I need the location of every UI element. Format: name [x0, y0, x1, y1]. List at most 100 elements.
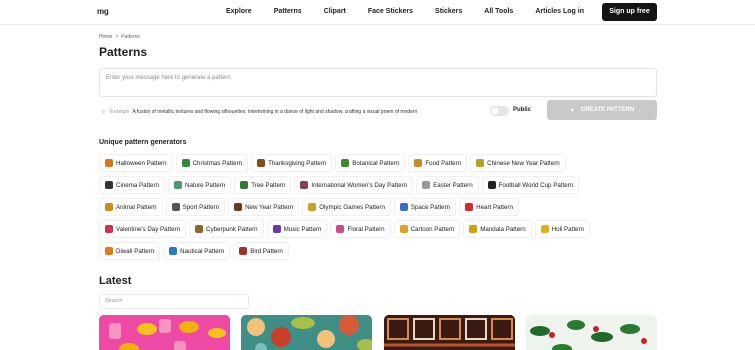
example-prompt[interactable]: ✧ Example A fusion of metallic textures …	[99, 106, 417, 118]
generator-chip-row: Halloween Pattern Christmas Pattern Thanks…	[99, 152, 659, 174]
generator-chip-label: Olympic Games Pattern	[319, 203, 385, 211]
logo[interactable]: mg	[97, 7, 109, 16]
login-link[interactable]: Log in	[563, 8, 584, 15]
generator-chip[interactable]: Cyberpunk Pattern	[189, 220, 264, 238]
magic-wand-icon: ✧	[101, 109, 107, 116]
generators-heading: Unique pattern generators	[99, 139, 187, 146]
generator-chip-label: Music Pattern	[283, 225, 322, 233]
generator-chip[interactable]: Botanical Pattern	[335, 154, 406, 172]
generator-chip-label: Valentine's Day Pattern	[116, 225, 181, 233]
nav-explore[interactable]: Explore	[226, 8, 252, 15]
diya-icon	[105, 247, 113, 255]
nav-face-stickers[interactable]: Face Stickers	[368, 8, 413, 15]
generator-chip-label: Cyberpunk Pattern	[206, 225, 258, 233]
pattern-thumbnail[interactable]	[241, 315, 372, 350]
generator-chip-label: Diwali Pattern	[116, 247, 155, 255]
leaf-icon	[341, 159, 350, 167]
generator-chip[interactable]: Christmas Pattern	[175, 154, 249, 172]
generator-chip[interactable]: Tree Pattern	[234, 176, 292, 194]
geometric-pattern-image	[384, 315, 515, 350]
generator-chip[interactable]: Cartoon Pattern	[393, 220, 461, 238]
generator-chip-label: Halloween Pattern	[116, 159, 167, 167]
generator-chip-row: Animal Pattern Sport Pattern New Year Patt…	[99, 196, 659, 218]
fruit-pattern-image	[99, 315, 230, 350]
women-day-icon	[300, 181, 309, 189]
generator-chip[interactable]: Animal Pattern	[99, 198, 163, 216]
top-navigation-bar: mg Explore Patterns Clipart Face Sticker…	[0, 0, 755, 25]
generator-chip[interactable]: Bird Pattern	[233, 242, 289, 260]
stadium-icon	[171, 203, 180, 211]
generator-chip-label: Food Pattern	[425, 159, 462, 167]
generator-chip[interactable]: International Women's Day Pattern	[294, 176, 414, 194]
generator-chip[interactable]: Music Pattern	[266, 220, 328, 238]
generator-chip-label: Chinese New Year Pattern	[487, 159, 560, 167]
generator-chip-label: International Women's Day Pattern	[311, 181, 408, 189]
music-icon	[272, 225, 281, 233]
generator-chip[interactable]: New Year Pattern	[228, 198, 300, 216]
generator-chip[interactable]: Sport Pattern	[165, 198, 226, 216]
nav-articles[interactable]: Articles	[535, 8, 561, 15]
mountain-icon	[174, 181, 182, 189]
prompt-input[interactable]: Enter your message here to generate a pa…	[99, 68, 657, 97]
generator-chip[interactable]: Holi Pattern	[534, 220, 590, 238]
olympic-icon	[308, 203, 317, 211]
pumpkin-icon	[105, 159, 113, 167]
generator-chip-row: Diwali Pattern Nautical Pattern Bird Patte…	[99, 240, 659, 262]
signup-button[interactable]: Sign up free	[602, 3, 657, 21]
generator-chip[interactable]: Chinese New Year Pattern	[470, 154, 566, 172]
pattern-thumbnail[interactable]	[99, 315, 230, 350]
public-toggle[interactable]	[490, 106, 509, 116]
film-icon	[105, 181, 113, 189]
search-input[interactable]: Search	[99, 294, 249, 309]
generator-chip[interactable]: Football World Cup Pattern	[481, 176, 580, 194]
latest-heading: Latest	[99, 275, 132, 287]
cyberpunk-icon	[195, 225, 204, 233]
dragon-icon	[476, 159, 485, 167]
generator-chip[interactable]: Valentine's Day Pattern	[99, 220, 187, 238]
generator-chip-label: Space Pattern	[410, 203, 451, 211]
generator-chip-label: Floral Pattern	[347, 225, 385, 233]
mask-icon	[234, 203, 243, 211]
floral-pattern-image	[241, 315, 372, 350]
generator-chip-label: Easter Pattern	[433, 181, 473, 189]
generator-chip[interactable]: Olympic Games Pattern	[302, 198, 391, 216]
generator-chip[interactable]: Nature Pattern	[168, 176, 232, 194]
generator-chip[interactable]: Diwali Pattern	[99, 242, 161, 260]
generator-chip[interactable]: Floral Pattern	[330, 220, 391, 238]
generator-chip[interactable]: Mandala Pattern	[463, 220, 532, 238]
pattern-thumbnail[interactable]	[526, 315, 657, 350]
turkey-icon	[257, 159, 266, 167]
generator-chip-label: Holi Pattern	[551, 225, 584, 233]
generator-chip-label: Cartoon Pattern	[410, 225, 455, 233]
create-pattern-label: CREATE PATTERN	[580, 107, 635, 113]
generator-chip[interactable]: Easter Pattern	[416, 176, 479, 194]
flower-icon	[336, 225, 345, 233]
nav-stickers[interactable]: Stickers	[435, 8, 462, 15]
breadcrumb-current: Patterns	[121, 34, 140, 40]
generator-chip[interactable]: Food Pattern	[408, 154, 468, 172]
breadcrumb-home[interactable]: Home	[99, 34, 112, 40]
nav-clipart[interactable]: Clipart	[324, 8, 346, 15]
generator-chip[interactable]: Heart Pattern	[459, 198, 519, 216]
generator-chip[interactable]: Thanksgiving Pattern	[251, 154, 333, 172]
generator-chip[interactable]: Nautical Pattern	[163, 242, 231, 260]
generator-chip[interactable]: Cinema Pattern	[99, 176, 165, 194]
create-pattern-button[interactable]: ✦ CREATE PATTERN	[547, 100, 657, 120]
example-label: Example	[110, 109, 130, 115]
generator-chip-label: Sport Pattern	[182, 203, 220, 211]
generator-chip-label: Christmas Pattern	[192, 159, 243, 167]
generator-chip-label: Nautical Pattern	[180, 247, 225, 255]
generator-chip-label: Bird Pattern	[250, 247, 283, 255]
generator-chip[interactable]: Space Pattern	[393, 198, 457, 216]
generator-chip-label: Tree Pattern	[251, 181, 286, 189]
tree-icon	[240, 181, 249, 189]
rocket-icon	[399, 203, 408, 211]
generator-chip-label: Botanical Pattern	[352, 159, 400, 167]
breadcrumb: Home > Patterns	[99, 34, 140, 40]
generator-chip-label: Mandala Pattern	[480, 225, 526, 233]
nav-all-tools[interactable]: All Tools	[484, 8, 513, 15]
pattern-thumbnail[interactable]	[384, 315, 515, 350]
nav-patterns[interactable]: Patterns	[274, 8, 302, 15]
heart-icon	[465, 203, 474, 211]
generator-chip[interactable]: Halloween Pattern	[99, 154, 173, 172]
